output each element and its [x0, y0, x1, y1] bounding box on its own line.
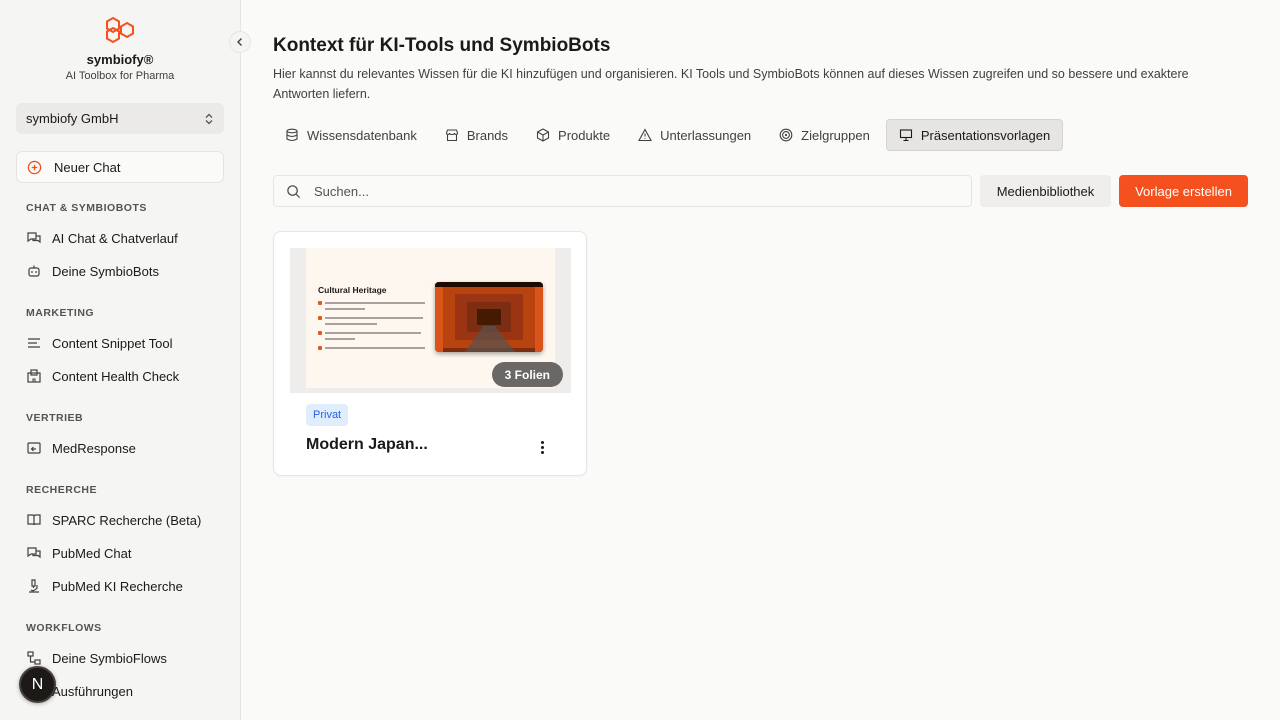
tab-zielgruppen[interactable]: Zielgruppen	[767, 119, 882, 151]
visibility-badge: Privat	[306, 404, 349, 426]
page-description: Hier kannst du relevantes Wissen für die…	[273, 67, 1189, 101]
sidebar-item-pubmed-chat[interactable]: PubMed Chat	[26, 543, 132, 563]
store-icon	[445, 129, 458, 142]
slide-bullet-cont	[318, 321, 377, 327]
new-chat-label: Neuer Chat	[54, 159, 121, 175]
text-lines-icon	[28, 338, 40, 348]
sidebar-item-label: AI Chat & Chatverlauf	[52, 230, 178, 246]
chevron-left-icon	[237, 38, 242, 46]
microscope-icon	[29, 579, 39, 593]
section-title-recherche: RECHERCHE	[26, 484, 98, 496]
sidebar-item-label: SPARC Recherche (Beta)	[52, 512, 202, 528]
tab-label: Produkte	[558, 127, 611, 143]
chevron-up-down-icon	[205, 113, 213, 124]
sidebar: symbiofy® AI Toolbox for Pharma symbiofy…	[0, 0, 241, 720]
more-vertical-icon	[540, 440, 544, 444]
bot-icon	[28, 265, 40, 277]
slide-count-badge: 3 Folien	[491, 362, 563, 387]
search-bar	[273, 175, 972, 207]
slide-bullet-cont	[318, 336, 355, 342]
hospital-icon	[27, 369, 41, 383]
tab-produkte[interactable]: Produkte	[524, 119, 622, 151]
chat-bubbles-icon	[27, 232, 41, 244]
plus-circle-icon	[27, 160, 42, 174]
tab-label: Zielgruppen	[801, 127, 870, 143]
sidebar-item-sparc[interactable]: SPARC Recherche (Beta)	[26, 510, 201, 530]
section-title-marketing: MARKETING	[26, 307, 95, 319]
section-title-workflows: WORKFLOWS	[26, 622, 102, 634]
package-icon	[536, 128, 550, 142]
section-title-vertrieb: VERTRIEB	[26, 412, 84, 424]
brand-name: symbiofy®	[86, 52, 154, 67]
create-template-button[interactable]: Vorlage erstellen	[1119, 175, 1248, 207]
sidebar-item-label: Deine SymbioBots	[52, 263, 159, 279]
template-card[interactable]: Cultural Heritage 3 Folien Privat Modern…	[273, 231, 587, 476]
slide-bullet-cont	[318, 306, 365, 312]
sidebar-item-label: MedResponse	[52, 440, 136, 456]
tab-label: Brands	[466, 127, 509, 143]
sidebar-item-symbiobots[interactable]: Deine SymbioBots	[26, 261, 159, 281]
organization-name: symbiofy GmbH	[26, 111, 119, 126]
sidebar-item-label: Deine SymbioFlows	[52, 650, 167, 666]
symbiofy-logo-icon	[106, 16, 134, 44]
sidebar-item-label: PubMed KI Recherche	[52, 578, 183, 594]
tab-praesentationsvorlagen[interactable]: Präsentationsvorlagen	[885, 119, 1064, 151]
template-title: Modern Japan...	[306, 436, 428, 453]
media-library-button[interactable]: Medienbibliothek	[980, 175, 1111, 207]
template-thumbnail[interactable]: Cultural Heritage 3 Folien	[290, 248, 571, 393]
sidebar-item-label: Ausführungen	[52, 683, 133, 699]
sidebar-item-medresponse[interactable]: MedResponse	[26, 438, 136, 458]
brand-block: symbiofy® AI Toolbox for Pharma	[0, 16, 240, 82]
reply-icon	[27, 442, 41, 454]
sidebar-item-ai-chat[interactable]: AI Chat & Chatverlauf	[26, 228, 178, 248]
tab-wissensdatenbank[interactable]: Wissensdatenbank	[273, 119, 429, 151]
page-title: Kontext für KI-Tools und SymbioBots	[273, 35, 611, 56]
new-chat-button[interactable]: Neuer Chat	[16, 151, 224, 183]
tab-brands[interactable]: Brands	[433, 119, 520, 151]
book-icon	[27, 514, 41, 526]
search-input[interactable]	[314, 183, 914, 199]
tab-label: Unterlassungen	[660, 127, 752, 143]
sidebar-item-symbioflows[interactable]: Deine SymbioFlows	[26, 648, 167, 668]
brand-subtitle: AI Toolbox for Pharma	[65, 70, 175, 82]
sidebar-item-label: Content Snippet Tool	[52, 335, 173, 351]
warning-icon	[638, 128, 653, 142]
section-title-chat: CHAT & SYMBIOBOTS	[26, 202, 147, 214]
sidebar-item-content-health[interactable]: Content Health Check	[26, 366, 179, 386]
tab-unterlassungen[interactable]: Unterlassungen	[626, 119, 763, 151]
sidebar-item-label: Content Health Check	[52, 368, 180, 384]
search-icon	[287, 184, 301, 198]
workflow-icon	[27, 651, 41, 665]
context-tabs: Wissensdatenbank Brands Produkte Unterla…	[273, 119, 1067, 151]
organization-select[interactable]: symbiofy GmbH	[16, 103, 224, 134]
collapse-sidebar-button[interactable]	[229, 31, 251, 53]
database-icon	[286, 128, 298, 142]
sidebar-item-content-snippet[interactable]: Content Snippet Tool	[26, 333, 172, 353]
slide-preview-title: Cultural Heritage	[318, 285, 387, 295]
target-icon	[779, 128, 793, 142]
presentation-icon	[899, 129, 912, 142]
tab-label: Wissensdatenbank	[307, 127, 417, 143]
more-options-button[interactable]	[532, 437, 552, 457]
sidebar-item-label: PubMed Chat	[52, 545, 132, 561]
slide-bullet	[318, 345, 425, 351]
sidebar-item-pubmed-ki[interactable]: PubMed KI Recherche	[26, 576, 183, 596]
tab-label: Präsentationsvorlagen	[920, 127, 1051, 143]
chat-bubbles-icon	[27, 547, 41, 559]
torii-gates-image	[435, 282, 543, 352]
user-avatar[interactable]: N	[19, 666, 56, 703]
